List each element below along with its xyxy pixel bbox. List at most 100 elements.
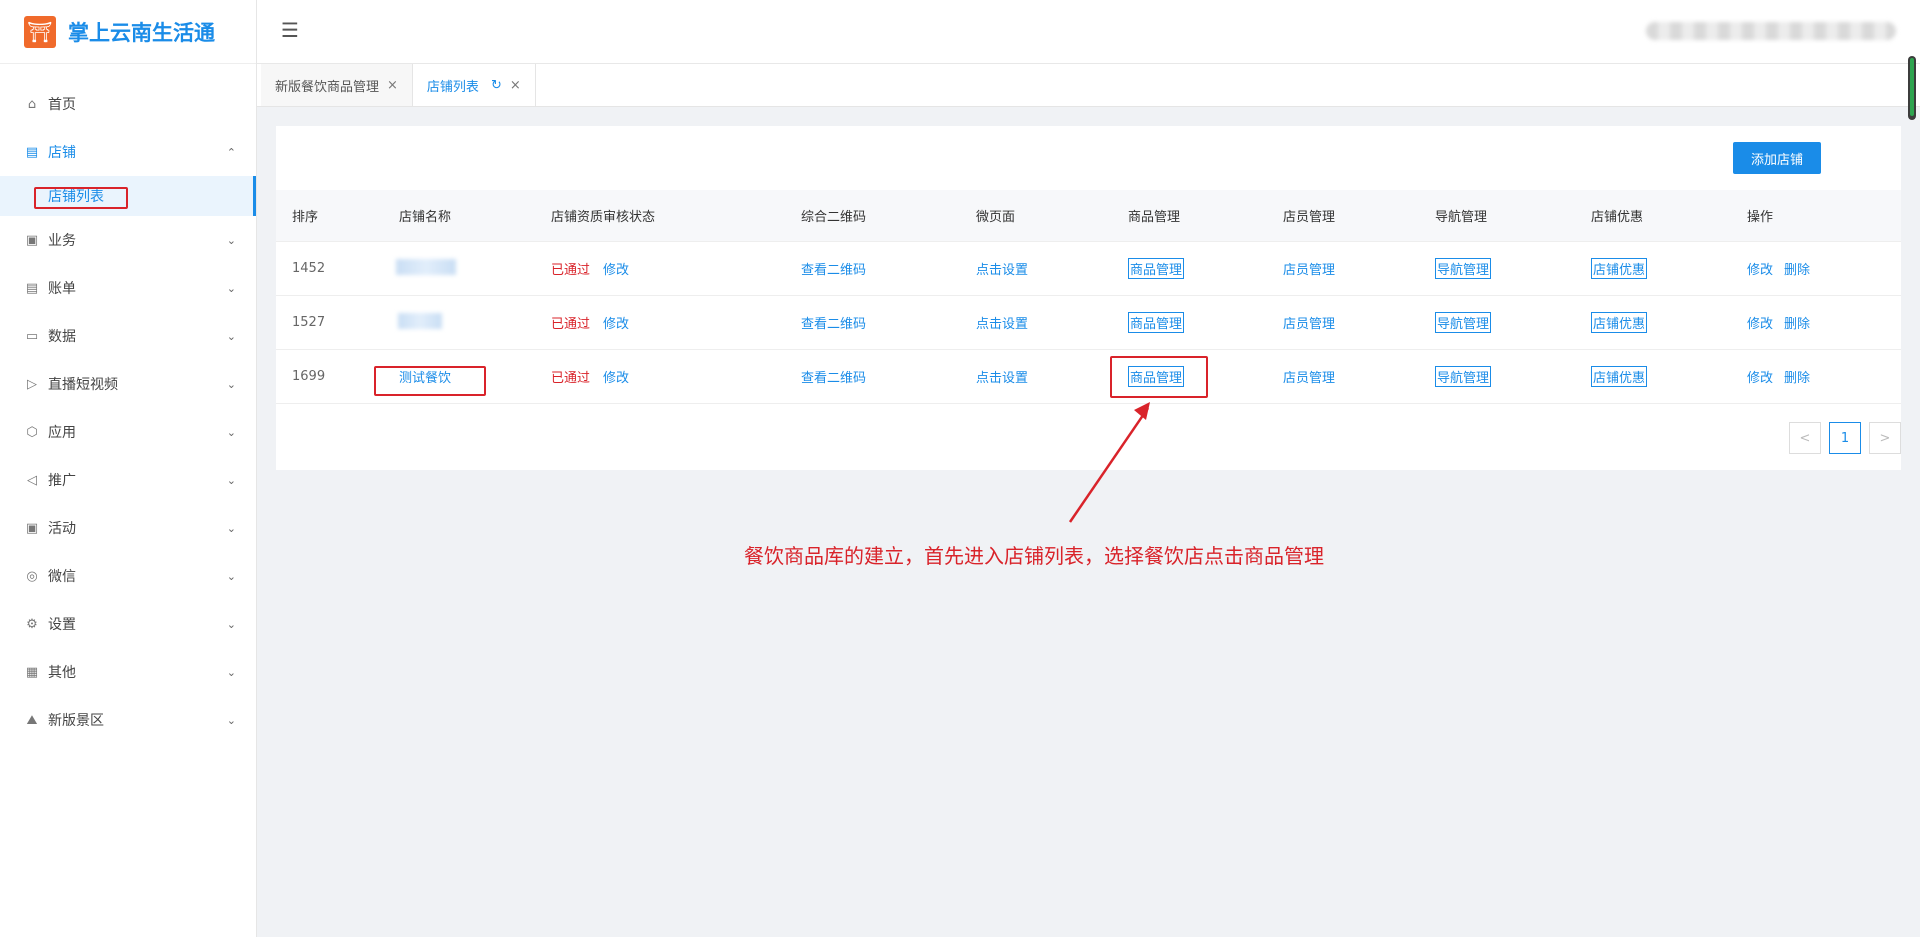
nav-manage-link[interactable]: 导航管理 bbox=[1435, 258, 1492, 279]
delete-link[interactable]: 删除 bbox=[1784, 259, 1810, 278]
chevron-down-icon: ⌄ bbox=[226, 281, 236, 295]
next-page-button[interactable]: > bbox=[1869, 422, 1901, 454]
goods-manage-link[interactable]: 商品管理 bbox=[1128, 312, 1185, 333]
staff-manage-link[interactable]: 店员管理 bbox=[1283, 259, 1335, 278]
chevron-down-icon: ⌄ bbox=[226, 713, 236, 727]
chevron-down-icon: ⌄ bbox=[226, 329, 236, 343]
view-qrcode-link[interactable]: 查看二维码 bbox=[801, 367, 866, 386]
sidebar-item-label: 店铺 bbox=[48, 145, 76, 161]
chevron-down-icon: ⌄ bbox=[226, 665, 236, 679]
close-icon[interactable]: × bbox=[510, 78, 521, 93]
video-icon: ▷ bbox=[27, 376, 37, 392]
sidebar-item-label: 首页 bbox=[48, 97, 76, 113]
sidebar: ⛩ 掌上云南生活通 ⌂ 首页 ▤ 店铺 ⌃ 店铺列表 ▣ 业务 ⌄ ▤ 账单 ⌄… bbox=[0, 0, 257, 937]
goods-manage-link[interactable]: 商品管理 bbox=[1128, 258, 1185, 279]
tab-store-list[interactable]: 店铺列表 ↻ × bbox=[412, 64, 536, 106]
nav-manage-link[interactable]: 导航管理 bbox=[1435, 366, 1492, 387]
megaphone-icon: ◁ bbox=[27, 472, 37, 488]
store-discount-link[interactable]: 店铺优惠 bbox=[1591, 258, 1648, 279]
logo-icon: ⛩ bbox=[24, 15, 56, 48]
sidebar-item-data[interactable]: ▭ 数据 ⌄ bbox=[0, 312, 256, 360]
tab-catering-goods[interactable]: 新版餐饮商品管理 × bbox=[261, 64, 413, 106]
add-store-button[interactable]: 添加店铺 bbox=[1733, 142, 1821, 174]
sidebar-item-promotion[interactable]: ◁ 推广 ⌄ bbox=[0, 456, 256, 504]
pagination: < 1 > bbox=[1781, 422, 1901, 454]
edit-link[interactable]: 修改 bbox=[1747, 259, 1773, 278]
delete-link[interactable]: 删除 bbox=[1784, 367, 1810, 386]
edit-link[interactable]: 修改 bbox=[1747, 313, 1773, 332]
sidebar-subitem-store-list[interactable]: 店铺列表 bbox=[0, 176, 256, 216]
scenic-icon: ⛰ bbox=[26, 712, 38, 728]
store-name-link[interactable]: 测试餐饮 bbox=[399, 367, 451, 386]
wechat-icon: ◎ bbox=[26, 568, 38, 584]
column-header: 综合二维码 bbox=[801, 210, 867, 225]
sidebar-item-apps[interactable]: ⬡ 应用 ⌄ bbox=[0, 408, 256, 456]
view-qrcode-link[interactable]: 查看二维码 bbox=[801, 259, 866, 278]
sidebar-item-wechat[interactable]: ◎ 微信 ⌄ bbox=[0, 552, 256, 600]
sidebar-item-label: 应用 bbox=[48, 425, 76, 441]
sidebar-item-live-video[interactable]: ▷ 直播短视频 ⌄ bbox=[0, 360, 256, 408]
sidebar-item-store[interactable]: ▤ 店铺 ⌃ bbox=[0, 128, 256, 176]
sidebar-item-scenic[interactable]: ⛰ 新版景区 ⌄ bbox=[0, 696, 256, 744]
chevron-down-icon: ⌄ bbox=[226, 521, 236, 535]
sidebar-item-home[interactable]: ⌂ 首页 bbox=[0, 80, 256, 128]
prev-page-button[interactable]: < bbox=[1789, 422, 1821, 454]
sidebar-item-label: 推广 bbox=[48, 473, 76, 489]
app-title: 掌上云南生活通 bbox=[68, 20, 215, 45]
edit-status-link[interactable]: 修改 bbox=[603, 313, 629, 332]
status-badge: 已通过 bbox=[551, 371, 591, 386]
user-info-blurred[interactable] bbox=[1646, 22, 1896, 40]
staff-manage-link[interactable]: 店员管理 bbox=[1283, 367, 1335, 386]
view-qrcode-link[interactable]: 查看二维码 bbox=[801, 313, 866, 332]
sidebar-item-other[interactable]: ▦ 其他 ⌄ bbox=[0, 648, 256, 696]
table-header-row: 排序 店铺名称 店铺资质审核状态 综合二维码 微页面 商品管理 店员管理 导航管… bbox=[276, 190, 1901, 242]
chevron-down-icon: ⌄ bbox=[226, 425, 236, 439]
sidebar-item-label: 直播短视频 bbox=[48, 377, 118, 393]
micro-page-link[interactable]: 点击设置 bbox=[976, 259, 1028, 278]
sidebar-item-bill[interactable]: ▤ 账单 ⌄ bbox=[0, 264, 256, 312]
sidebar-item-label: 设置 bbox=[48, 617, 76, 633]
column-header: 微页面 bbox=[976, 210, 1016, 225]
sidebar-item-activity[interactable]: ▣ 活动 ⌄ bbox=[0, 504, 256, 552]
close-icon[interactable]: × bbox=[387, 78, 398, 93]
store-name-blurred[interactable] bbox=[398, 312, 442, 333]
column-header: 商品管理 bbox=[1128, 210, 1181, 225]
data-icon: ▭ bbox=[25, 328, 39, 344]
scrollbar-thumb[interactable] bbox=[1910, 58, 1914, 116]
refresh-icon[interactable]: ↻ bbox=[491, 78, 502, 93]
chevron-down-icon: ⌄ bbox=[226, 569, 236, 583]
table-row: 1452 已通过 修改 查看二维码 点击设置 商品管理 店员管理 导航管理 店铺… bbox=[276, 242, 1901, 296]
sidebar-item-label: 微信 bbox=[48, 569, 76, 585]
goods-manage-link[interactable]: 商品管理 bbox=[1128, 366, 1185, 387]
chevron-down-icon: ⌄ bbox=[226, 473, 236, 487]
edit-status-link[interactable]: 修改 bbox=[603, 367, 629, 386]
delete-link[interactable]: 删除 bbox=[1784, 313, 1810, 332]
column-header: 店员管理 bbox=[1283, 210, 1336, 225]
table-row: 1527 已通过 修改 查看二维码 点击设置 商品管理 店员管理 导航管理 店铺… bbox=[276, 296, 1901, 350]
staff-manage-link[interactable]: 店员管理 bbox=[1283, 313, 1335, 332]
column-header: 导航管理 bbox=[1435, 210, 1488, 225]
edit-link[interactable]: 修改 bbox=[1747, 367, 1773, 386]
sort-value: 1527 bbox=[292, 315, 326, 330]
sidebar-item-settings[interactable]: ⚙ 设置 ⌄ bbox=[0, 600, 256, 648]
menu-collapse-icon[interactable]: ☰ bbox=[281, 20, 301, 40]
micro-page-link[interactable]: 点击设置 bbox=[976, 313, 1028, 332]
chevron-down-icon: ⌄ bbox=[226, 377, 236, 391]
edit-status-link[interactable]: 修改 bbox=[603, 259, 629, 278]
store-discount-link[interactable]: 店铺优惠 bbox=[1591, 312, 1648, 333]
nav-manage-link[interactable]: 导航管理 bbox=[1435, 312, 1492, 333]
column-header: 操作 bbox=[1747, 210, 1774, 225]
sidebar-item-business[interactable]: ▣ 业务 ⌄ bbox=[0, 216, 256, 264]
column-header: 店铺优惠 bbox=[1591, 210, 1644, 225]
settings-icon: ⚙ bbox=[26, 616, 38, 632]
sidebar-menu: ⌂ 首页 ▤ 店铺 ⌃ 店铺列表 ▣ 业务 ⌄ ▤ 账单 ⌄ ▭ 数据 ⌄ ▷ … bbox=[0, 80, 256, 744]
micro-page-link[interactable]: 点击设置 bbox=[976, 367, 1028, 386]
page-number-button[interactable]: 1 bbox=[1829, 422, 1861, 454]
store-icon: ▤ bbox=[25, 144, 39, 160]
status-badge: 已通过 bbox=[551, 317, 591, 332]
column-header: 排序 bbox=[292, 210, 319, 225]
store-discount-link[interactable]: 店铺优惠 bbox=[1591, 366, 1648, 387]
chevron-down-icon: ⌄ bbox=[226, 233, 236, 247]
chevron-up-icon: ⌃ bbox=[226, 145, 236, 159]
store-name-blurred[interactable] bbox=[396, 258, 456, 279]
